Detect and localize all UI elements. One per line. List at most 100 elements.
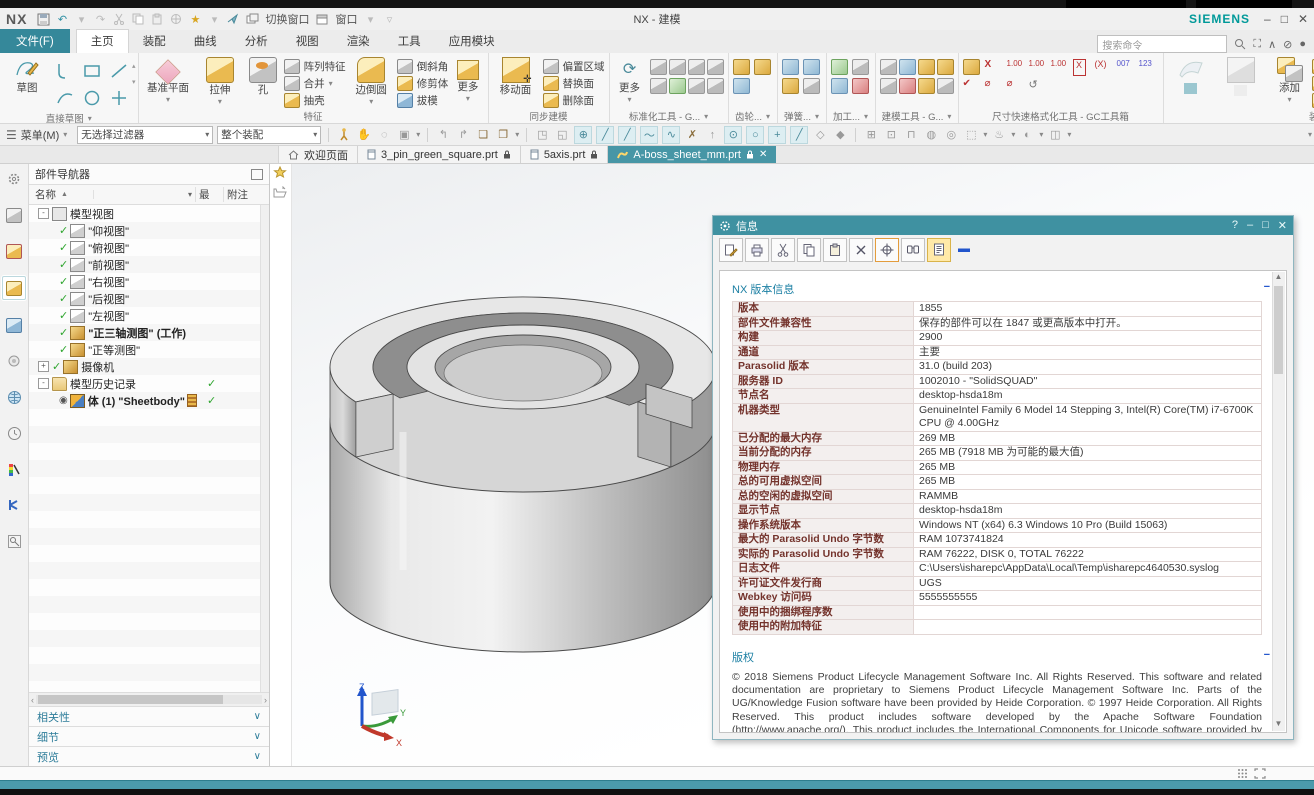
hd3d-tools-icon[interactable] [3, 350, 25, 372]
menu-button[interactable]: ☰菜单(M)▾ [6, 127, 67, 143]
highlight-icon[interactable] [336, 127, 352, 143]
std-tool-icon[interactable] [669, 59, 686, 75]
draft-button[interactable]: 拔模 [397, 92, 449, 108]
extrude-button[interactable]: 拉伸▾ [195, 54, 244, 107]
fullscreen-toggle-icon[interactable] [1254, 768, 1266, 779]
crosshair-icon[interactable] [875, 238, 899, 262]
clip-icon[interactable]: ◫ [1047, 127, 1063, 143]
add-component-button[interactable]: 添加▾ [1270, 54, 1310, 105]
column-filter[interactable]: ▾ [93, 190, 195, 199]
select-box-dropdown-icon[interactable]: ▾ [416, 130, 420, 139]
gc-tool-icon[interactable]: 1.00 [1007, 59, 1027, 76]
gc-tool-icon[interactable]: 1.00 [1051, 59, 1071, 76]
trim-body-button[interactable]: 修剪体 [397, 75, 449, 91]
paste-icon[interactable] [149, 12, 165, 27]
gc-tool-icon[interactable]: (X) [1095, 59, 1115, 76]
tree-item-view-bottom[interactable]: ✓"仰视图" [29, 222, 269, 239]
scroll-up-icon[interactable]: ▲ [1273, 272, 1284, 284]
panel-preview[interactable]: 预览∨ [29, 746, 269, 766]
tree-item-view-front[interactable]: ✓"前视图" [29, 256, 269, 273]
snap-curve-icon[interactable]: 〜 [640, 126, 658, 144]
spring-tool-icon[interactable] [803, 78, 820, 94]
process-studio-icon[interactable] [3, 458, 25, 480]
machining-tool-icon[interactable] [852, 78, 869, 94]
snap-circle-center-icon[interactable]: ⊙ [724, 126, 742, 144]
reuse-library-icon[interactable] [3, 314, 25, 336]
gear-tool-icon[interactable] [733, 59, 750, 75]
selection-filter-dropdown[interactable]: 无选择过滤器▾ [77, 126, 213, 144]
snap-polyline-icon[interactable]: ∿ [662, 126, 680, 144]
save-icon[interactable] [35, 12, 51, 27]
modeling-tool-icon[interactable] [899, 59, 916, 75]
find-icon[interactable] [901, 238, 925, 262]
check-icon[interactable]: ✓ [59, 241, 68, 254]
snap-facet-icon[interactable]: ◆ [832, 127, 848, 143]
hole-button[interactable]: 孔 [244, 54, 281, 96]
new-file-icon[interactable] [273, 166, 288, 180]
history-icon[interactable] [3, 422, 25, 444]
repeat-command-icon[interactable] [168, 12, 184, 27]
machining-tool-icon[interactable] [831, 59, 848, 75]
tab-analysis[interactable]: 分析 [231, 30, 282, 53]
dialog-close-icon[interactable]: ✕ [1278, 219, 1287, 232]
eye-icon[interactable]: ◉ [59, 395, 68, 406]
web-browser-icon[interactable] [3, 386, 25, 408]
check-icon[interactable]: ✓ [59, 292, 68, 305]
undo-icon[interactable]: ↶ [54, 12, 70, 27]
gear-tool-icon[interactable] [733, 78, 750, 94]
copy-icon[interactable] [797, 238, 821, 262]
gc-tool-icon[interactable]: 1.00 [1029, 59, 1049, 76]
section-collapse-icon[interactable]: − [1264, 649, 1270, 665]
window-frame-icon[interactable]: ⬚ [963, 127, 979, 143]
tree-item-model-views[interactable]: - 模型视图 [29, 205, 269, 222]
tab-tools[interactable]: 工具 [384, 30, 435, 53]
delete-face-button[interactable]: 删除面 [543, 92, 605, 108]
copy-icon[interactable] [130, 12, 146, 27]
select-box-icon[interactable]: ▣ [396, 127, 412, 143]
scroll-thumb[interactable] [38, 695, 223, 704]
quickpick2-icon[interactable]: ❐ [495, 127, 511, 143]
snap-point-icon[interactable]: ⊕ [574, 126, 592, 144]
spring-tool-icon[interactable] [782, 59, 799, 75]
help-icon[interactable]: ⊘ [1283, 38, 1292, 51]
snap-intersection-icon[interactable]: ✗ [684, 127, 700, 143]
document-info-icon[interactable] [927, 238, 951, 262]
machining-tool-icon[interactable] [831, 78, 848, 94]
gc-tool-icon[interactable]: 007 [1117, 59, 1137, 76]
gc-tool-icon[interactable]: ⌀ [985, 78, 1005, 95]
selection-scope-dropdown[interactable]: 整个装配▾ [217, 126, 321, 144]
dialog-titlebar[interactable]: 信息 ? – □ ✕ [713, 216, 1293, 235]
dialog-minimize-icon[interactable]: – [1247, 219, 1253, 232]
section-collapse-icon[interactable]: − [1264, 281, 1270, 297]
unite-button[interactable]: 合并▾ [284, 75, 346, 91]
tree-item-view-back[interactable]: ✓"后视图" [29, 290, 269, 307]
replace-face-button[interactable]: 替换面 [543, 75, 605, 91]
quickpick-dropdown-icon[interactable]: ▾ [515, 130, 519, 139]
panel-details[interactable]: 细节∨ [29, 726, 269, 746]
view-clock-icon[interactable]: ⊓ [903, 127, 919, 143]
tree-item-view-right[interactable]: ✓"右视图" [29, 273, 269, 290]
favorites-dropdown-icon[interactable]: ▾ [206, 12, 222, 27]
modeling-tool-icon[interactable] [880, 59, 897, 75]
tab-render[interactable]: 渲染 [333, 30, 384, 53]
snap-face-icon[interactable]: ◇ [812, 127, 828, 143]
std-tool-icon[interactable] [707, 78, 724, 94]
tab-5axis[interactable]: 5axis.prt [521, 146, 609, 163]
gear-tool-icon[interactable] [754, 78, 769, 92]
collapse-icon[interactable]: - [38, 208, 49, 219]
redo-icon[interactable]: ↷ [92, 12, 108, 27]
tab-assemblies[interactable]: 装配 [129, 30, 180, 53]
gear-tool-icon[interactable] [754, 59, 771, 75]
check-icon[interactable]: ✓ [52, 360, 61, 373]
modeling-tool-icon[interactable] [880, 78, 897, 94]
tree-item-cameras[interactable]: + ✓ 摄像机 [29, 358, 269, 375]
constraint-navigator-icon[interactable] [3, 240, 25, 262]
spring-tool-icon[interactable] [803, 59, 820, 75]
minimize-button[interactable]: – [1264, 12, 1271, 26]
command-finder-icon[interactable] [225, 12, 241, 27]
window-icon[interactable] [314, 12, 330, 27]
lasso-icon[interactable]: ◌ [376, 127, 392, 143]
palette-scroll-down-icon[interactable]: ▾ [132, 78, 136, 86]
expand-icon[interactable]: + [38, 361, 49, 372]
gc-tool-icon[interactable]: X [985, 59, 1005, 76]
